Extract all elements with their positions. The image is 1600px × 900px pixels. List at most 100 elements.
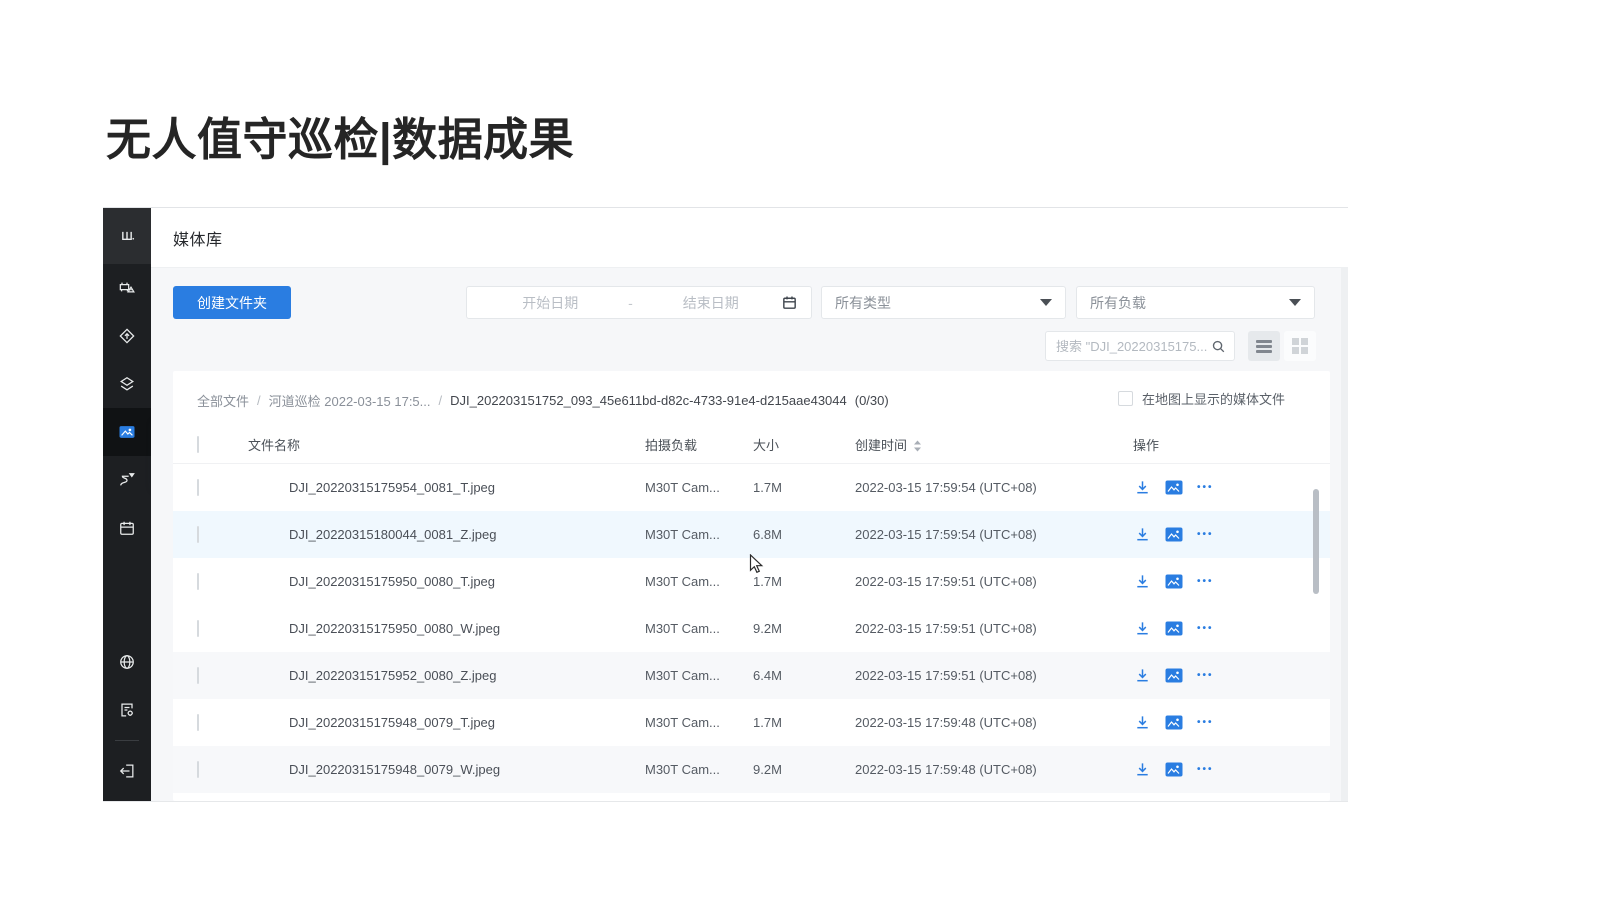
- table-row[interactable]: DJI_20220315175954_0081_T.jpeg M30T Cam.…: [173, 464, 1330, 511]
- sidebar-item-logout[interactable]: [103, 747, 151, 795]
- end-date-placeholder: 结束日期: [641, 293, 782, 313]
- show-on-map-toggle[interactable]: 在地图上显示的媒体文件: [1118, 389, 1285, 408]
- sidebar-item-flight-route[interactable]: [103, 456, 151, 504]
- row-checkbox[interactable]: [197, 714, 199, 731]
- task-log-icon: [117, 700, 137, 720]
- breadcrumb-all-files[interactable]: 全部文件: [197, 391, 249, 410]
- file-name[interactable]: DJI_20220315175950_0080_W.jpeg: [275, 621, 645, 636]
- list-view-button[interactable]: [1248, 331, 1280, 361]
- more-actions-icon[interactable]: •••: [1197, 717, 1214, 728]
- chevron-down-icon: [1289, 299, 1301, 306]
- breadcrumb-mission-folder[interactable]: 河道巡检 2022-03-15 17:5...: [269, 391, 431, 410]
- create-folder-button[interactable]: 创建文件夹: [173, 286, 291, 319]
- more-actions-icon[interactable]: •••: [1197, 529, 1214, 540]
- sidebar-item-devices[interactable]: [103, 264, 151, 312]
- file-payload: M30T Cam...: [645, 527, 753, 542]
- sidebar-bottom: [103, 638, 151, 795]
- view-on-map-icon[interactable]: [1165, 526, 1183, 544]
- file-size: 9.2M: [753, 621, 855, 636]
- media-library-panel: » 媒体库 创建文件夹 开始日期 - 结束日期 所有类型 所有负载: [103, 207, 1348, 802]
- type-filter-select[interactable]: 所有类型: [821, 286, 1066, 319]
- file-payload: M30T Cam...: [645, 621, 753, 636]
- sidebar-item-models[interactable]: [103, 312, 151, 360]
- view-on-map-icon[interactable]: [1165, 667, 1183, 685]
- file-payload: M30T Cam...: [645, 715, 753, 730]
- search-icon[interactable]: [1211, 339, 1226, 354]
- download-icon[interactable]: [1133, 479, 1151, 497]
- sidebar-item-task-log[interactable]: [103, 686, 151, 734]
- view-on-map-icon[interactable]: [1165, 714, 1183, 732]
- file-size: 6.4M: [753, 668, 855, 683]
- dji-logo: [117, 226, 137, 246]
- table-scrollbar-thumb[interactable]: [1313, 489, 1319, 594]
- table-row[interactable]: DJI_20220315180044_0081_Z.jpeg M30T Cam.…: [173, 511, 1330, 558]
- more-actions-icon[interactable]: •••: [1197, 482, 1214, 493]
- download-icon[interactable]: [1133, 620, 1151, 638]
- sidebar-item-media-library[interactable]: [103, 408, 151, 456]
- column-payload[interactable]: 拍摄负载: [645, 435, 753, 454]
- row-checkbox[interactable]: [197, 573, 199, 590]
- sidebar-item-layers[interactable]: [103, 360, 151, 408]
- file-name[interactable]: DJI_20220315180044_0081_Z.jpeg: [275, 527, 645, 542]
- content-area: 媒体库 创建文件夹 开始日期 - 结束日期 所有类型 所有负载: [151, 208, 1348, 801]
- file-name[interactable]: DJI_20220315175952_0080_Z.jpeg: [275, 668, 645, 683]
- table-row[interactable]: DJI_20220315175952_0080_Z.jpeg M30T Cam.…: [173, 652, 1330, 699]
- table-row[interactable]: DJI_20220315175950_0080_W.jpeg M30T Cam.…: [173, 605, 1330, 652]
- payload-filter-select[interactable]: 所有负载: [1076, 286, 1315, 319]
- sidebar-item-task-plan[interactable]: [103, 504, 151, 552]
- breadcrumb-separator: /: [439, 393, 443, 408]
- sidebar: [103, 208, 151, 801]
- more-actions-icon[interactable]: •••: [1197, 670, 1214, 681]
- view-on-map-icon[interactable]: [1165, 620, 1183, 638]
- download-icon[interactable]: [1133, 526, 1151, 544]
- row-checkbox[interactable]: [197, 620, 199, 637]
- table-row[interactable]: DJI_20220315175948_0079_W.jpeg M30T Cam.…: [173, 746, 1330, 793]
- sort-icon[interactable]: [913, 440, 922, 452]
- more-actions-icon[interactable]: •••: [1197, 623, 1214, 634]
- row-checkbox[interactable]: [197, 667, 199, 684]
- view-on-map-icon[interactable]: [1165, 479, 1183, 497]
- select-all-checkbox[interactable]: [197, 436, 199, 453]
- view-on-map-icon[interactable]: [1165, 761, 1183, 779]
- more-actions-icon[interactable]: •••: [1197, 764, 1214, 775]
- row-checkbox[interactable]: [197, 761, 199, 778]
- page-header-title: 媒体库: [173, 226, 223, 250]
- file-name[interactable]: DJI_20220315175954_0081_T.jpeg: [275, 480, 645, 495]
- file-name[interactable]: DJI_20220315175950_0080_T.jpeg: [275, 574, 645, 589]
- search-input[interactable]: [1056, 339, 1211, 354]
- row-actions: •••: [1125, 479, 1306, 497]
- view-on-map-icon[interactable]: [1165, 573, 1183, 591]
- download-icon[interactable]: [1133, 714, 1151, 732]
- grid-view-icon: [1292, 338, 1308, 354]
- breadcrumb-separator: /: [257, 393, 261, 408]
- file-name[interactable]: DJI_20220315175948_0079_T.jpeg: [275, 715, 645, 730]
- grid-view-button[interactable]: [1284, 331, 1316, 361]
- row-checkbox[interactable]: [197, 479, 199, 496]
- screen: 无人值守巡检|数据成果: [0, 0, 1600, 900]
- sidebar-item-language[interactable]: [103, 638, 151, 686]
- row-actions: •••: [1125, 667, 1306, 685]
- sidebar-logo[interactable]: [103, 208, 151, 264]
- date-range-picker[interactable]: 开始日期 - 结束日期: [466, 286, 812, 319]
- download-icon[interactable]: [1133, 573, 1151, 591]
- logout-icon: [117, 761, 137, 781]
- panel-scrollbar-track[interactable]: [1341, 268, 1348, 801]
- selection-count: (0/30): [855, 393, 889, 408]
- show-on-map-checkbox[interactable]: [1118, 391, 1133, 406]
- row-actions: •••: [1125, 620, 1306, 638]
- column-actions: 操作: [1125, 435, 1306, 454]
- file-created: 2022-03-15 17:59:51 (UTC+08): [855, 668, 1125, 683]
- table-row[interactable]: DJI_20220315175950_0080_T.jpeg M30T Cam.…: [173, 558, 1330, 605]
- more-actions-icon[interactable]: •••: [1197, 576, 1214, 587]
- download-icon[interactable]: [1133, 667, 1151, 685]
- date-separator: -: [621, 295, 641, 311]
- download-icon[interactable]: [1133, 761, 1151, 779]
- column-created[interactable]: 创建时间: [855, 435, 1125, 454]
- file-name[interactable]: DJI_20220315175948_0079_W.jpeg: [275, 762, 645, 777]
- column-file-name[interactable]: 文件名称: [233, 435, 645, 454]
- file-payload: M30T Cam...: [645, 668, 753, 683]
- row-checkbox[interactable]: [197, 526, 199, 543]
- file-size: 9.2M: [753, 762, 855, 777]
- column-size[interactable]: 大小: [753, 435, 855, 454]
- table-row[interactable]: DJI_20220315175948_0079_T.jpeg M30T Cam.…: [173, 699, 1330, 746]
